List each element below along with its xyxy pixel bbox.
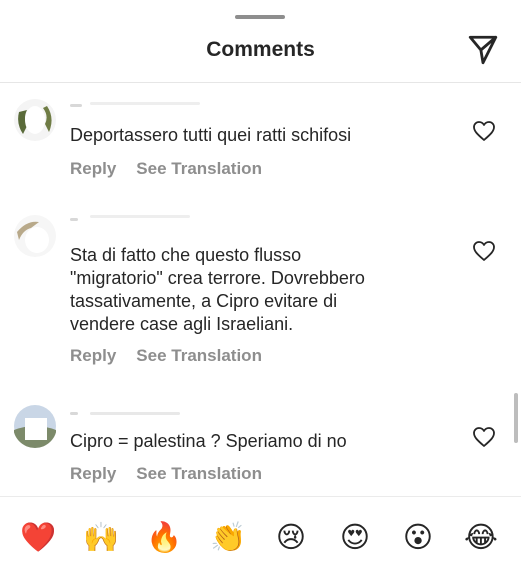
heart-icon[interactable] (472, 426, 496, 448)
avatar[interactable] (13, 98, 57, 142)
comment-text: Cipro = palestina ? Speriamo di no (70, 431, 347, 451)
username-redacted (70, 406, 220, 420)
heart-eyes-emoji-icon[interactable]: 😍 (335, 517, 375, 557)
scrollbar[interactable] (514, 393, 518, 443)
reaction-bar: ❤️ 🙌 🔥 👏 😢 😍 😮 😂 (0, 496, 521, 575)
reply-button[interactable]: Reply (70, 346, 116, 365)
heart-icon[interactable] (472, 240, 496, 262)
crying-face-emoji-icon[interactable]: 😢 (271, 517, 311, 557)
username-redacted (70, 98, 220, 112)
fire-emoji-icon[interactable]: 🔥 (144, 517, 184, 557)
drag-handle[interactable] (235, 15, 285, 19)
comment-actions: Reply See Translation (70, 464, 262, 484)
comment-actions: Reply See Translation (70, 159, 262, 179)
tears-of-joy-emoji-icon[interactable]: 😂 (461, 517, 501, 557)
see-translation-button[interactable]: See Translation (136, 464, 262, 483)
see-translation-button[interactable]: See Translation (136, 346, 262, 365)
comment-text: Sta di fatto che questo flusso "migrator… (70, 245, 365, 334)
heart-icon[interactable] (472, 120, 496, 142)
red-heart-emoji-icon[interactable]: ❤️ (18, 517, 58, 557)
username-redacted (70, 212, 220, 226)
comment-actions: Reply See Translation (70, 346, 262, 366)
page-title: Comments (206, 38, 315, 61)
reply-button[interactable]: Reply (70, 159, 116, 178)
header-divider (0, 82, 521, 83)
clapping-hands-emoji-icon[interactable]: 👏 (208, 517, 248, 557)
surprised-face-emoji-icon[interactable]: 😮 (398, 517, 438, 557)
avatar[interactable] (13, 404, 57, 448)
reply-button[interactable]: Reply (70, 464, 116, 483)
paper-plane-icon[interactable] (466, 33, 500, 67)
see-translation-button[interactable]: See Translation (136, 159, 262, 178)
raising-hands-emoji-icon[interactable]: 🙌 (81, 517, 121, 557)
avatar[interactable] (13, 214, 57, 258)
comment-text: Deportassero tutti quei ratti schifosi (70, 125, 352, 145)
